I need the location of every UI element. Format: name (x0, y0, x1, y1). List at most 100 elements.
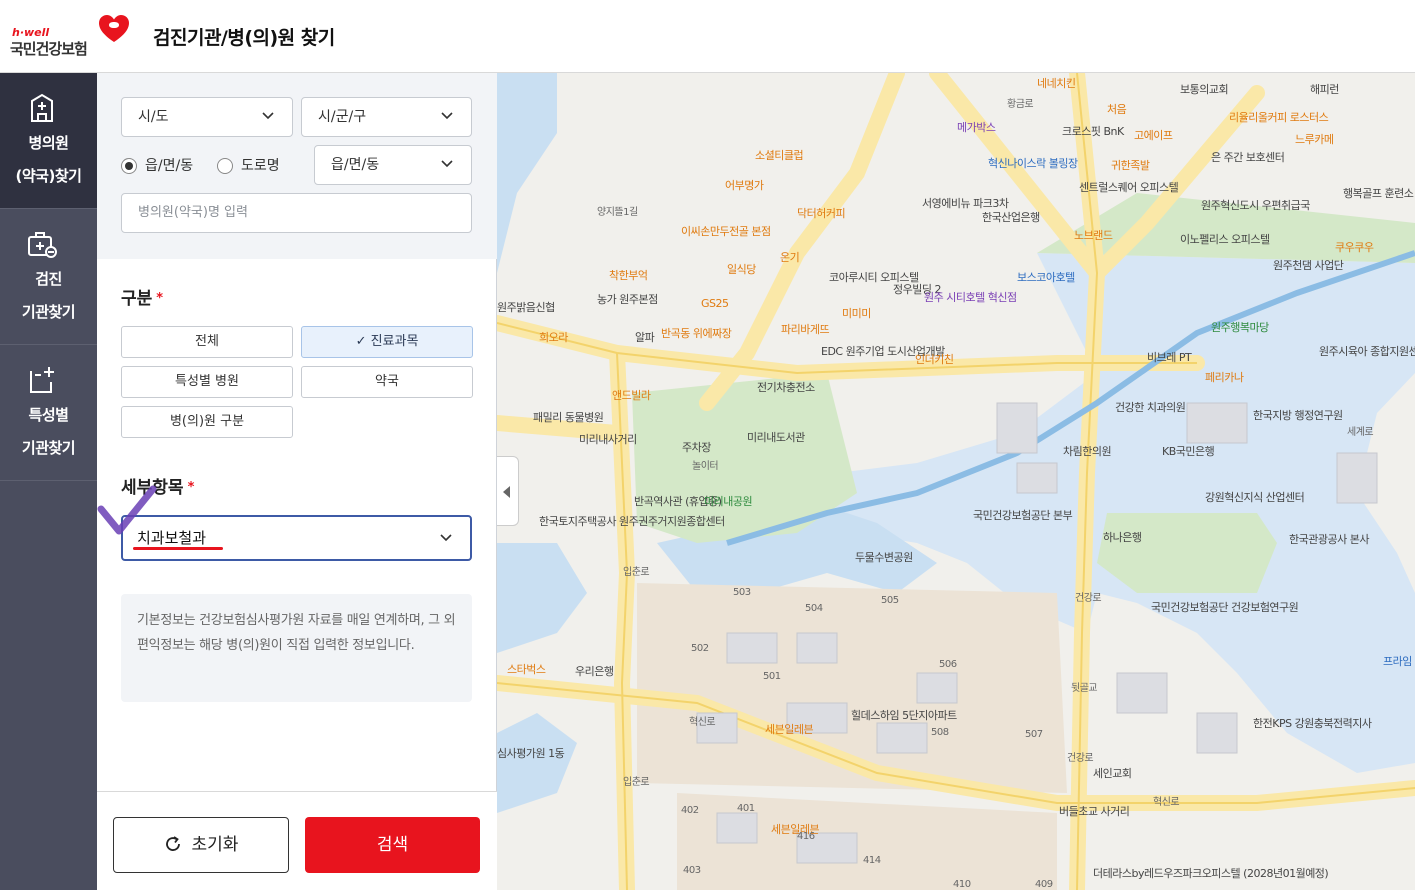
map-label[interactable]: 착한부억 (609, 267, 648, 283)
map-label[interactable]: 원주시육아 종합지원센터 (1319, 343, 1415, 359)
map-label[interactable]: 국민건강보험공단 본부 (973, 507, 1073, 523)
map-label[interactable]: KB국민은행 (1162, 443, 1215, 459)
map-label[interactable]: 힐데스하임 5단지아파트 (851, 707, 957, 723)
map-label[interactable]: 한전KPS 강원충북전력지사 (1253, 715, 1372, 731)
block-number: 409 (1035, 879, 1053, 890)
map-label[interactable]: 심사평가원 1동 (497, 745, 565, 761)
map-label[interactable]: 한국관광공사 본사 (1289, 531, 1369, 547)
nav-item-special-search[interactable]: 특성별 기관찾기 (0, 345, 97, 481)
map-label[interactable]: 일식당 (727, 261, 756, 277)
map-label[interactable]: 한국토지주택공사 원주권주거지원종합센터 (539, 513, 725, 529)
map-label[interactable]: 보통의교회 (1180, 81, 1229, 97)
map-label[interactable]: 우리은행 (575, 663, 614, 679)
map-label[interactable]: 원주밝음신협 (497, 299, 555, 315)
collapse-panel-button[interactable] (497, 456, 519, 526)
map-label[interactable]: 센트럴스퀘어 오피스텔 (1079, 179, 1179, 195)
map-label[interactable]: 알파 (635, 329, 655, 345)
map-label[interactable]: 두물수변공원 (855, 549, 913, 565)
map-label[interactable]: 원주 시티호텔 혁신점 (924, 289, 1017, 305)
map-label[interactable]: 강원혁신지식 산업센터 (1205, 489, 1305, 505)
nav-item-checkup-search[interactable]: 검진 기관찾기 (0, 209, 97, 345)
map-label[interactable]: 미리내도서관 (747, 429, 805, 445)
map-label[interactable]: 한국지방 행정연구원 (1253, 407, 1343, 423)
chip-department[interactable]: ✓ 진료과목 (301, 326, 473, 358)
clipboard-plus-icon (30, 367, 54, 393)
map-label[interactable]: 처음 (1107, 101, 1127, 117)
map-label[interactable]: 버들초교 사거리 (1059, 803, 1130, 819)
search-button[interactable]: 검색 (305, 817, 480, 873)
nav-label-line1: 검진 (35, 270, 62, 288)
map-label[interactable]: 노브랜드 (1074, 227, 1113, 243)
map-label[interactable]: 반곡동 위에짜장 (661, 325, 732, 341)
map-label[interactable]: 앤드빌라 (612, 387, 651, 403)
medical-bag-icon (28, 232, 57, 258)
map-label[interactable]: 파리바게뜨 (781, 321, 830, 337)
map-label[interactable]: 이씨손만두전골 본점 (681, 223, 771, 239)
map-label[interactable]: 프라임 유치원 (1383, 653, 1415, 669)
map-label[interactable]: 더테라스by레드우즈파크오피스텔 (2028년01월예정) (1093, 865, 1329, 881)
map-label[interactable]: 전기차충전소 (757, 379, 815, 395)
map-label[interactable]: 행복골프 훈련소 (1343, 185, 1414, 201)
map-label[interactable]: 네네치킨 (1037, 75, 1076, 91)
map-view[interactable]: .ml { position:absolute; white-space:now… (497, 73, 1415, 890)
map-label[interactable]: 국민건강보험공단 건강보험연구원 (1151, 599, 1299, 615)
map-label[interactable]: 어부명가 (725, 177, 764, 193)
map-label[interactable]: 페리카나 (1205, 369, 1244, 385)
block-number: 501 (763, 671, 781, 682)
map-label[interactable]: 귀한족발 (1111, 157, 1150, 173)
hospital-name-input[interactable]: 병의원(약국)명 입력 (121, 193, 472, 233)
map-label[interactable]: 소셜티클럽 (755, 147, 804, 163)
map-label[interactable]: 원주혁신도시 우편취급국 (1201, 197, 1310, 213)
map-label[interactable]: 보스코아호텔 (1017, 269, 1075, 285)
map-label[interactable]: 한국산업은행 (982, 209, 1040, 225)
map-label[interactable]: 크로스핏 BnK (1062, 123, 1124, 139)
map-label[interactable]: 해피런 (1310, 81, 1339, 97)
map-label[interactable]: 이노펠리스 오피스텔 (1180, 231, 1270, 247)
map-label[interactable]: 세븐일레븐 (765, 721, 814, 737)
map-label[interactable]: 스타벅스 (507, 661, 546, 677)
map-label[interactable]: 놀이터 (692, 457, 719, 472)
map-label[interactable]: 메가박스 (957, 119, 996, 135)
chip-hospital-type[interactable]: 병(의)원 구분 (121, 406, 293, 438)
sido-select[interactable]: 시/도 (121, 97, 293, 137)
map-label[interactable]: 은 주간 보호센터 (1211, 149, 1285, 165)
map-label[interactable]: 닥터허커피 (797, 205, 846, 221)
detail-select[interactable]: 치과보철과 (121, 515, 472, 561)
map-label[interactable]: 하나은행 (1103, 529, 1142, 545)
checkmark-icon (97, 485, 157, 535)
reset-button[interactable]: 초기화 (113, 817, 289, 873)
nav-item-hospital-search[interactable]: 병의원 (약국)찾기 (0, 73, 97, 209)
header: h·well 국민건강보험 검진기관/병(의)원 찾기 (0, 0, 1415, 73)
map-label[interactable]: 주차장 (682, 439, 711, 455)
map-label[interactable]: 미리내공원 (704, 493, 753, 509)
map-label[interactable]: 건강한 치과의원 (1115, 399, 1186, 415)
radio-road[interactable]: 도로명 (217, 156, 280, 176)
chip-pharmacy[interactable]: 약국 (301, 366, 473, 398)
map-label[interactable]: 온기 (780, 249, 800, 265)
map-label[interactable]: 패밀리 동물병원 (533, 409, 604, 425)
map-label[interactable]: 원주행복마당 (1211, 319, 1269, 335)
sigungu-select[interactable]: 시/군/구 (301, 97, 472, 137)
map-label[interactable]: 미미미 (842, 305, 871, 321)
radio-dot-checked (121, 158, 137, 174)
map-label[interactable]: 리율리올커피 로스터스 (1229, 109, 1329, 125)
emd-select[interactable]: 읍/면/동 (314, 145, 472, 185)
map-label[interactable]: 쿠우쿠우 (1335, 239, 1374, 255)
map-label[interactable]: 세인교회 (1093, 765, 1132, 781)
chip-special-hospital[interactable]: 특성별 병원 (121, 366, 293, 398)
map-label[interactable]: GS25 (701, 297, 729, 310)
map-label[interactable]: 희오라 (539, 329, 568, 345)
nhis-logo[interactable]: h·well 국민건강보험 (10, 14, 135, 60)
map-label[interactable]: 차림한의원 (1063, 443, 1112, 459)
map-label[interactable]: 고에이프 (1134, 127, 1173, 143)
map-label[interactable]: 농가 원주본점 (597, 291, 658, 307)
map-label[interactable]: 원주천댐 사업단 (1273, 257, 1344, 273)
map-label[interactable]: 느루카메 (1295, 131, 1334, 147)
chip-all[interactable]: 전체 (121, 326, 293, 358)
radio-emd[interactable]: 읍/면/동 (121, 156, 193, 176)
map-label[interactable]: 인더키친 (915, 351, 954, 367)
map-label[interactable]: 혁신나이스락 볼링장 (988, 155, 1078, 171)
search-panel: 시/도 시/군/구 읍/면/동 도로명 읍/면/동 병의원(약국)명 입력 구분… (97, 73, 497, 890)
map-label[interactable]: 비브레 PT (1147, 349, 1192, 365)
map-label[interactable]: 미리내사거리 (579, 431, 637, 447)
